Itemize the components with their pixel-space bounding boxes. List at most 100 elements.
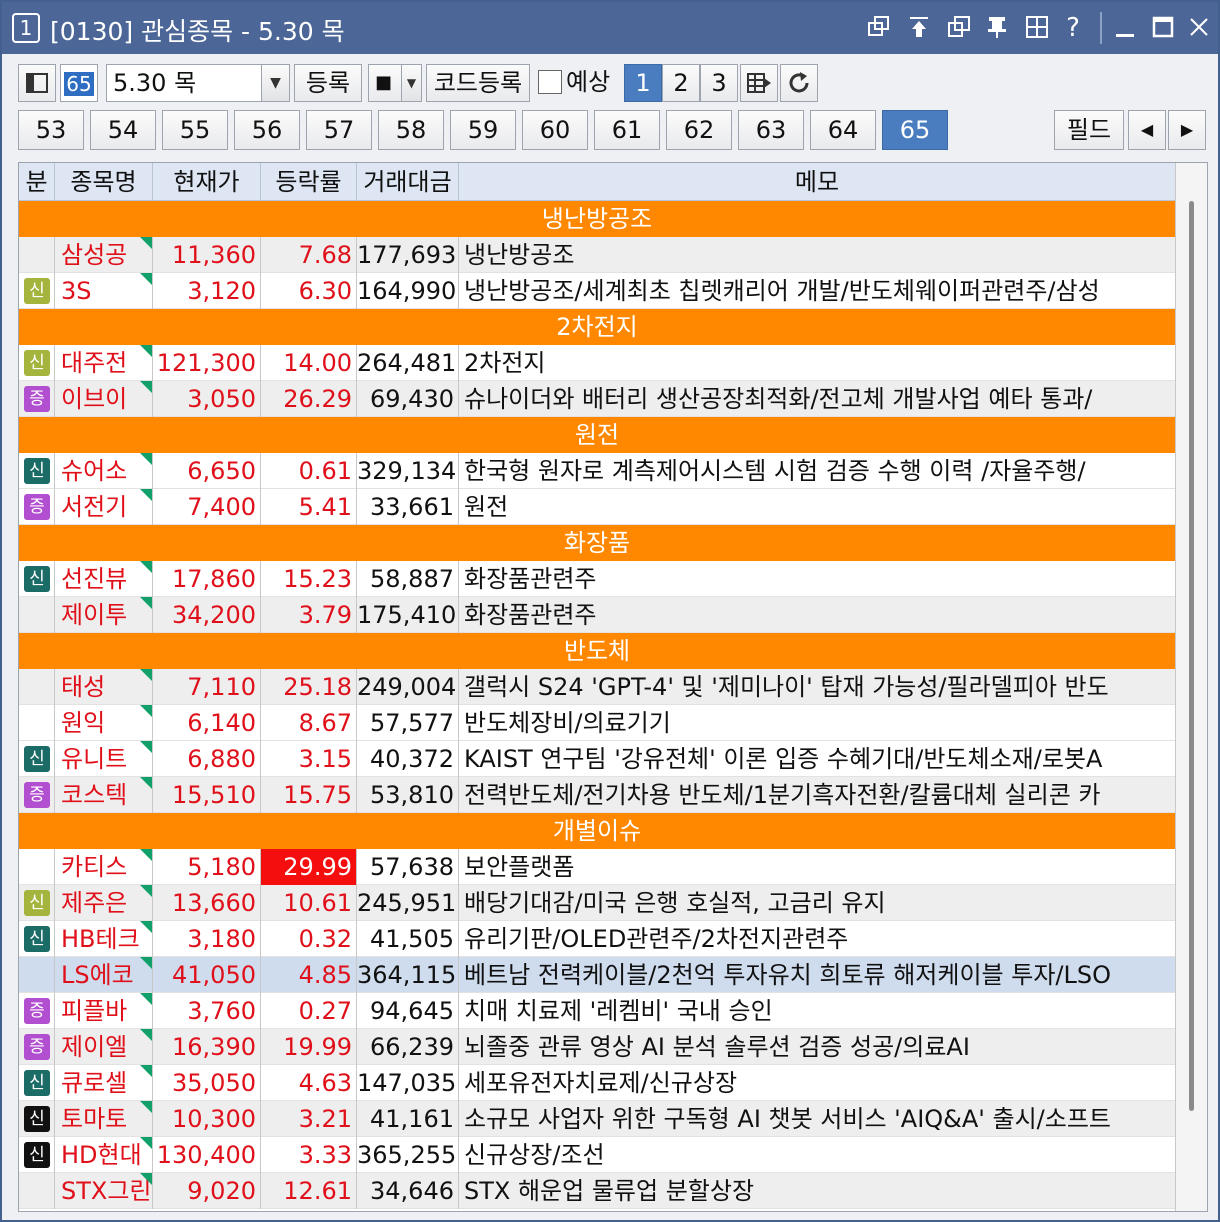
memo-cell[interactable]: 슈나이더와 배터리 생산공장최적화/전고체 개발사업 예타 통과/: [459, 381, 1175, 417]
stock-name-cell[interactable]: 토마토: [55, 1101, 153, 1137]
stock-name-cell[interactable]: 큐로셀: [55, 1065, 153, 1101]
stock-name-cell[interactable]: 대주전: [55, 345, 153, 381]
grid-layout-icon[interactable]: [1022, 14, 1052, 42]
table-row[interactable]: 증 이브이 3,050 26.29 69,430 슈나이더와 배터리 생산공장최적화/전고…: [19, 381, 1175, 417]
memo-cell[interactable]: 화장품관련주: [459, 561, 1175, 597]
memo-cell[interactable]: 베트남 전력케이블/2천억 투자유치 희토류 해저케이블 투자/LSO: [459, 957, 1175, 993]
stock-name-cell[interactable]: 삼성공: [55, 237, 153, 273]
register-button[interactable]: 등록: [294, 64, 362, 102]
stock-name-cell[interactable]: 제이투: [55, 597, 153, 633]
chevron-down-icon[interactable]: ▼: [261, 65, 289, 101]
stock-name-cell[interactable]: 원익: [55, 705, 153, 741]
table-row[interactable]: STX그린 9,020 12.61 34,646 STX 해운업 물류업 분할상장: [19, 1173, 1175, 1209]
stock-name-cell[interactable]: 슈어소: [55, 453, 153, 489]
table-row[interactable]: 신 대주전 121,300 14.00 264,481 2차전지: [19, 345, 1175, 381]
table-row[interactable]: 신 제주은 13,660 10.61 245,951 배당기대감/미국 은행 호실적, 고…: [19, 885, 1175, 921]
table-row[interactable]: 증 피플바 3,760 0.27 94,645 치매 치료제 '레켐비' 국내 승인: [19, 993, 1175, 1029]
table-row[interactable]: LS에코 41,050 4.85 364,115 베트남 전력케이블/2천억 투자유치 …: [19, 957, 1175, 993]
table-row[interactable]: 신 3S 3,120 6.30 164,990 냉난방공조/세계최초 칩렛캐리어 개발/반…: [19, 273, 1175, 309]
tab-57[interactable]: 57: [306, 110, 372, 150]
stock-name-cell[interactable]: 태성: [55, 669, 153, 705]
memo-cell[interactable]: 세포유전자치료제/신규상장: [459, 1065, 1175, 1101]
stock-name-cell[interactable]: 유니트: [55, 741, 153, 777]
memo-cell[interactable]: 냉난방공조: [459, 237, 1175, 273]
table-row[interactable]: 카티스 5,180 29.99 57,638 보안플랫폼: [19, 849, 1175, 885]
header-memo[interactable]: 메모: [459, 163, 1175, 201]
stock-name-cell[interactable]: STX그린: [55, 1173, 153, 1209]
stock-name-cell[interactable]: 이브이: [55, 381, 153, 417]
tabs-next-button[interactable]: ▶: [1168, 110, 1206, 150]
header-price[interactable]: 현재가: [153, 163, 261, 201]
header-rate[interactable]: 등락률: [261, 163, 357, 201]
memo-cell[interactable]: 반도체장비/의료기기: [459, 705, 1175, 741]
page-button-2[interactable]: 2: [662, 64, 700, 102]
memo-cell[interactable]: 한국형 원자로 계측제어시스템 시험 검증 수행 이력 /자율주행/: [459, 453, 1175, 489]
forecast-checkbox[interactable]: [538, 70, 562, 94]
stock-name-cell[interactable]: LS에코: [55, 957, 153, 993]
tab-62[interactable]: 62: [666, 110, 732, 150]
stock-name-cell[interactable]: HB테크: [55, 921, 153, 957]
tab-63[interactable]: 63: [738, 110, 804, 150]
table-row[interactable]: 신 토마토 10,300 3.21 41,161 소규모 사업자 위한 구독형 AI 챗봇…: [19, 1101, 1175, 1137]
tab-64[interactable]: 64: [810, 110, 876, 150]
page-button-1[interactable]: 1: [624, 64, 662, 102]
table-row[interactable]: 제이투 34,200 3.79 175,410 화장품관련주: [19, 597, 1175, 633]
memo-cell[interactable]: KAIST 연구팀 '강유전체' 이론 입증 수혜기대/반도체소재/로봇A: [459, 741, 1175, 777]
table-row[interactable]: 신 HB테크 3,180 0.32 41,505 유리기판/OLED관련주/2차전지관련주: [19, 921, 1175, 957]
code-register-button[interactable]: 코드등록: [426, 64, 530, 102]
memo-cell[interactable]: 소규모 사업자 위한 구독형 AI 챗봇 서비스 'AIQ&A' 출시/소프트: [459, 1101, 1175, 1137]
stock-name-cell[interactable]: 제주은: [55, 885, 153, 921]
header-volume[interactable]: 거래대금: [357, 163, 459, 201]
export-table-button[interactable]: [740, 64, 778, 102]
table-row[interactable]: 증 서전기 7,400 5.41 33,661 원전: [19, 489, 1175, 525]
refresh-button[interactable]: [780, 64, 818, 102]
stock-name-cell[interactable]: 제이엘: [55, 1029, 153, 1065]
page-button-3[interactable]: 3: [700, 64, 738, 102]
tab-53[interactable]: 53: [18, 110, 84, 150]
memo-cell[interactable]: 원전: [459, 489, 1175, 525]
tab-60[interactable]: 60: [522, 110, 588, 150]
table-row[interactable]: 신 큐로셀 35,050 4.63 147,035 세포유전자치료제/신규상장: [19, 1065, 1175, 1101]
tab-55[interactable]: 55: [162, 110, 228, 150]
table-row[interactable]: 신 슈어소 6,650 0.61 329,134 한국형 원자로 계측제어시스템 시험 검…: [19, 453, 1175, 489]
group-select[interactable]: 5.30 목 ▼: [106, 64, 290, 102]
move-top-icon[interactable]: [904, 14, 934, 42]
memo-cell[interactable]: 신규상장/조선: [459, 1137, 1175, 1173]
maximize-icon[interactable]: [1148, 14, 1178, 42]
group-number-button[interactable]: 65: [60, 64, 98, 102]
table-row[interactable]: 신 선진뷰 17,860 15.23 58,887 화장품관련주: [19, 561, 1175, 597]
layout-toggle-button[interactable]: [18, 64, 56, 102]
tab-59[interactable]: 59: [450, 110, 516, 150]
field-button[interactable]: 필드: [1054, 110, 1124, 150]
pin-icon[interactable]: [982, 14, 1012, 42]
table-row[interactable]: 증 제이엘 16,390 19.99 66,239 뇌졸중 관류 영상 AI 분석 솔루션…: [19, 1029, 1175, 1065]
copy-window-icon[interactable]: [944, 14, 974, 42]
vertical-scrollbar[interactable]: [1175, 163, 1207, 1211]
header-badge[interactable]: 분: [19, 163, 55, 201]
table-row[interactable]: 증 코스텍 15,510 15.75 53,810 전력반도체/전기차용 반도체/1분기흑…: [19, 777, 1175, 813]
stock-name-cell[interactable]: 3S: [55, 273, 153, 309]
stock-name-cell[interactable]: 피플바: [55, 993, 153, 1029]
tab-56[interactable]: 56: [234, 110, 300, 150]
table-row[interactable]: 태성 7,110 25.18 249,004 갤럭시 S24 'GPT-4' 및 '제미…: [19, 669, 1175, 705]
memo-cell[interactable]: 화장품관련주: [459, 597, 1175, 633]
memo-cell[interactable]: 유리기판/OLED관련주/2차전지관련주: [459, 921, 1175, 957]
memo-cell[interactable]: 갤럭시 S24 'GPT-4' 및 '제미나이' 탑재 가능성/필라델피아 반도: [459, 669, 1175, 705]
tab-61[interactable]: 61: [594, 110, 660, 150]
restore-window-icon[interactable]: [864, 14, 894, 42]
table-row[interactable]: 신 HD현대 130,400 3.33 365,255 신규상장/조선: [19, 1137, 1175, 1173]
memo-cell[interactable]: 배당기대감/미국 은행 호실적, 고금리 유지: [459, 885, 1175, 921]
memo-cell[interactable]: 뇌졸중 관류 영상 AI 분석 솔루션 검증 성공/의료AI: [459, 1029, 1175, 1065]
tab-54[interactable]: 54: [90, 110, 156, 150]
memo-cell[interactable]: 보안플랫폼: [459, 849, 1175, 885]
memo-cell[interactable]: 냉난방공조/세계최초 칩렛캐리어 개발/반도체웨이퍼관련주/삼성: [459, 273, 1175, 309]
square-dropdown-button[interactable]: ■ ▼: [368, 64, 422, 102]
memo-cell[interactable]: 전력반도체/전기차용 반도체/1분기흑자전환/칼륨대체 실리콘 카: [459, 777, 1175, 813]
header-name[interactable]: 종목명: [55, 163, 153, 201]
stock-name-cell[interactable]: HD현대: [55, 1137, 153, 1173]
help-icon[interactable]: ?: [1058, 14, 1088, 42]
title-bar[interactable]: 1 [0130] 관심종목 - 5.30 목 ?: [2, 2, 1218, 54]
memo-cell[interactable]: STX 해운업 물류업 분할상장: [459, 1173, 1175, 1209]
tab-65[interactable]: 65: [882, 110, 948, 150]
table-row[interactable]: 신 유니트 6,880 3.15 40,372 KAIST 연구팀 '강유전체' 이론 입…: [19, 741, 1175, 777]
